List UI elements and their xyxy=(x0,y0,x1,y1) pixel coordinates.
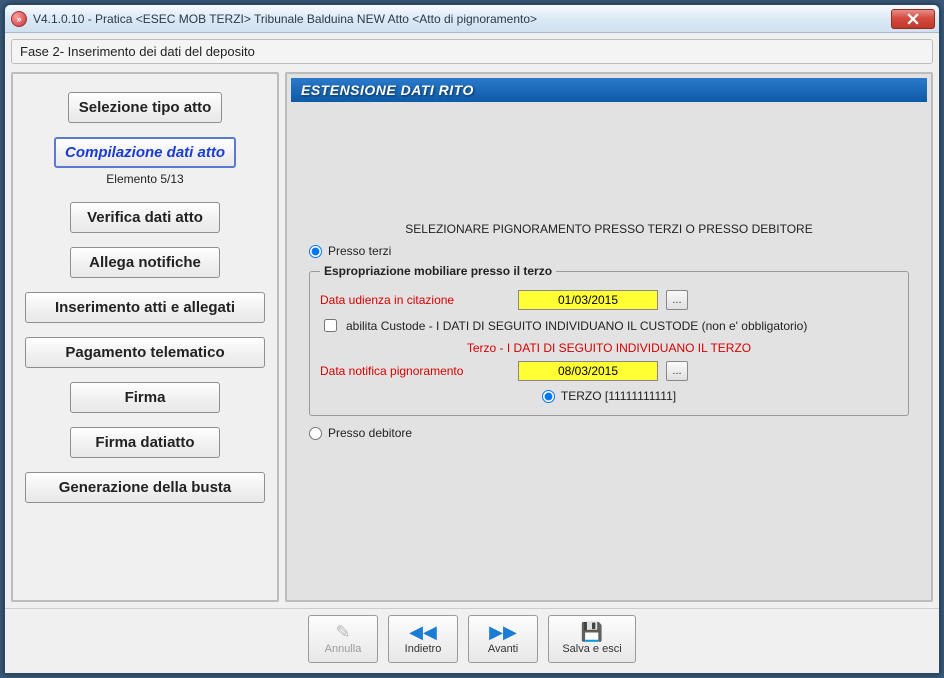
rewind-icon: ◀◀ xyxy=(409,623,437,641)
label-data-udienza: Data udienza in citazione xyxy=(320,293,510,307)
save-icon: 💾 xyxy=(581,623,603,641)
annulla-button: ✎ Annulla xyxy=(308,615,378,663)
avanti-label: Avanti xyxy=(488,643,518,655)
app-icon: » xyxy=(11,11,27,27)
input-data-notifica[interactable] xyxy=(518,361,658,381)
row-data-notifica: Data notifica pignoramento ... xyxy=(320,361,898,381)
avanti-button[interactable]: ▶▶ Avanti xyxy=(468,615,538,663)
radio-presso-terzi-input[interactable] xyxy=(309,245,322,258)
checkbox-abilita-custode-input[interactable] xyxy=(324,319,337,332)
label-data-notifica: Data notifica pignoramento xyxy=(320,364,510,378)
wizard-step-verifica-dati-atto[interactable]: Verifica dati atto xyxy=(70,202,220,233)
date-picker-udienza-button[interactable]: ... xyxy=(666,290,688,310)
date-picker-notifica-button[interactable]: ... xyxy=(666,361,688,381)
annulla-label: Annulla xyxy=(325,643,362,655)
wizard-step-pagamento-telematico[interactable]: Pagamento telematico xyxy=(25,337,265,368)
wizard-step-selezione-tipo-atto[interactable]: Selezione tipo atto xyxy=(68,92,223,123)
phase-label: Fase 2- Inserimento dei dati del deposit… xyxy=(11,39,933,64)
close-icon xyxy=(907,13,919,25)
row-data-udienza: Data udienza in citazione ... xyxy=(320,290,898,310)
row-terzo-radio: TERZO [11111111111] xyxy=(320,389,898,403)
wizard-step-firma[interactable]: Firma xyxy=(70,382,220,413)
label-terzo-note: Terzo - I DATI DI SEGUITO INDIVIDUANO IL… xyxy=(320,341,898,355)
wizard-step-allega-notifiche[interactable]: Allega notifiche xyxy=(70,247,220,278)
checkbox-abilita-custode[interactable]: abilita Custode - I DATI DI SEGUITO INDI… xyxy=(320,316,898,335)
checkbox-abilita-custode-label: abilita Custode - I DATI DI SEGUITO INDI… xyxy=(346,319,807,333)
radio-terzo-selected-label: TERZO [11111111111] xyxy=(561,389,676,403)
panel-header: ESTENSIONE DATI RITO xyxy=(291,78,927,102)
wizard-sidebar: Selezione tipo atto Compilazione dati at… xyxy=(11,72,279,602)
input-data-udienza[interactable] xyxy=(518,290,658,310)
wizard-substep-label: Elemento 5/13 xyxy=(106,172,183,186)
main-panel: ESTENSIONE DATI RITO SELEZIONARE PIGNORA… xyxy=(285,72,933,602)
wizard-step-inserimento-atti-allegati[interactable]: Inserimento atti e allegati xyxy=(25,292,265,323)
app-window: » V4.1.0.10 - Pratica <ESEC MOB TERZI> T… xyxy=(4,4,940,674)
window-title: V4.1.0.10 - Pratica <ESEC MOB TERZI> Tri… xyxy=(33,12,537,26)
pencil-icon: ✎ xyxy=(335,623,350,641)
salva-esci-button[interactable]: 💾 Salva e esci xyxy=(548,615,636,663)
radio-terzo-selected-input[interactable] xyxy=(542,390,555,403)
radio-presso-debitore-input[interactable] xyxy=(309,427,322,440)
radio-terzo-selected[interactable]: TERZO [11111111111] xyxy=(542,389,676,403)
indietro-button[interactable]: ◀◀ Indietro xyxy=(388,615,458,663)
group-legend: Espropriazione mobiliare presso il terzo xyxy=(320,264,556,278)
content-area: Selezione tipo atto Compilazione dati at… xyxy=(5,66,939,608)
window-close-button[interactable] xyxy=(891,9,935,29)
form-area: SELEZIONARE PIGNORAMENTO PRESSO TERZI O … xyxy=(291,102,927,596)
group-espropriazione: Espropriazione mobiliare presso il terzo… xyxy=(309,264,909,416)
radio-presso-terzi-label: Presso terzi xyxy=(328,244,391,258)
radio-presso-terzi[interactable]: Presso terzi xyxy=(309,244,909,258)
forward-icon: ▶▶ xyxy=(489,623,517,641)
radio-presso-debitore-label: Presso debitore xyxy=(328,426,412,440)
ellipsis-icon: ... xyxy=(672,294,681,306)
ellipsis-icon: ... xyxy=(672,365,681,377)
indietro-label: Indietro xyxy=(405,643,442,655)
radio-presso-debitore[interactable]: Presso debitore xyxy=(309,426,909,440)
wizard-step-compilazione-dati-atto[interactable]: Compilazione dati atto xyxy=(54,137,236,168)
titlebar: » V4.1.0.10 - Pratica <ESEC MOB TERZI> T… xyxy=(5,5,939,33)
salva-label: Salva e esci xyxy=(562,643,621,655)
footer-toolbar: ✎ Annulla ◀◀ Indietro ▶▶ Avanti 💾 Salva … xyxy=(5,608,939,673)
wizard-step-firma-datiatto[interactable]: Firma datiatto xyxy=(70,427,220,458)
wizard-step-generazione-busta[interactable]: Generazione della busta xyxy=(25,472,265,503)
instruction-text: SELEZIONARE PIGNORAMENTO PRESSO TERZI O … xyxy=(305,222,913,236)
